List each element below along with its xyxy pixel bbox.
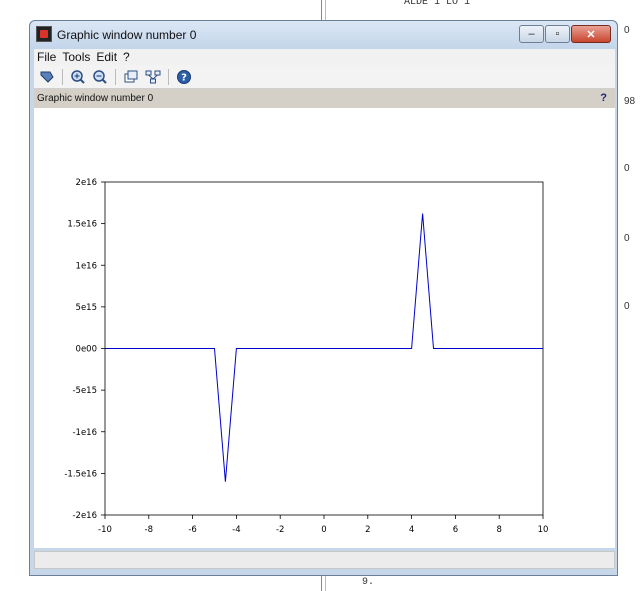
- background-side-label: 0: [624, 301, 630, 312]
- close-button[interactable]: ✕: [571, 25, 611, 43]
- x-tick-label: 6: [453, 525, 458, 535]
- x-tick-label: 10: [538, 525, 549, 535]
- toolbar-separator: [115, 68, 116, 85]
- y-tick-label: 2e16: [76, 178, 97, 188]
- datatip-icon[interactable]: [144, 68, 162, 86]
- y-tick-label: -2e16: [72, 511, 97, 521]
- x-tick-label: -8: [145, 525, 153, 535]
- y-tick-label: -1e16: [72, 428, 97, 438]
- background-text: 9.: [362, 577, 375, 588]
- toolbar-separator: [168, 68, 169, 85]
- x-tick-label: 4: [409, 525, 414, 535]
- y-tick-label: 5e15: [76, 303, 97, 313]
- svg-text:?: ?: [181, 72, 187, 83]
- background-side-label: 98: [624, 96, 636, 107]
- menu-bar: File Tools Edit ?: [34, 49, 615, 66]
- y-tick-label: 0e00: [76, 345, 97, 355]
- y-tick-label: 1e16: [76, 261, 97, 271]
- menu-tools[interactable]: Tools: [59, 50, 93, 64]
- x-tick-label: -6: [188, 525, 196, 535]
- background-text: ALDE 1 LO 1: [404, 0, 471, 8]
- menu-edit[interactable]: Edit: [93, 50, 120, 64]
- background-side-label: 0: [624, 25, 630, 36]
- window-title: Graphic window number 0: [57, 28, 197, 42]
- help-icon[interactable]: ?: [175, 68, 193, 86]
- info-help-button[interactable]: ?: [600, 89, 607, 108]
- zoom-in-icon[interactable]: [69, 68, 87, 86]
- y-tick-label: 1.5e16: [67, 220, 97, 230]
- graphic-window: Graphic window number 0 – ▫ ✕ File Tools…: [29, 20, 618, 576]
- menu-help[interactable]: ?: [120, 50, 133, 64]
- toolbar-separator: [62, 68, 63, 85]
- x-tick-label: -2: [276, 525, 284, 535]
- line-plot: -10 -8 -6 -4 -2 0 2 4 6 8 10 -2e16 -1.5e16 -1e16 -5e15…: [64, 178, 549, 535]
- y-tick-label: -1.5e16: [64, 469, 97, 479]
- info-bar: Graphic window number 0 ?: [34, 89, 615, 108]
- unzoom-icon[interactable]: [122, 68, 140, 86]
- x-tick-label: 2: [365, 525, 370, 535]
- plot-canvas[interactable]: -10 -8 -6 -4 -2 0 2 4 6 8 10 -2e16 -1.5e16 -1e16 -5e15…: [34, 108, 615, 548]
- rotate-icon[interactable]: [38, 68, 56, 86]
- info-bar-label: Graphic window number 0: [37, 93, 154, 104]
- maximize-button[interactable]: ▫: [545, 25, 570, 43]
- title-bar[interactable]: Graphic window number 0 – ▫ ✕: [30, 21, 617, 49]
- x-tick-label: 8: [496, 525, 501, 535]
- background-side-label: 0: [624, 233, 630, 244]
- x-tick-label: -10: [98, 525, 112, 535]
- toolbar: ?: [34, 65, 615, 89]
- x-tick-label: 0: [321, 525, 326, 535]
- y-tick-label: -5e15: [72, 386, 97, 396]
- series-line: [105, 213, 543, 482]
- scilab-app-icon[interactable]: [36, 26, 52, 42]
- minimize-button[interactable]: –: [519, 25, 544, 43]
- menu-file[interactable]: File: [34, 50, 59, 64]
- background-side-label: 0: [624, 163, 630, 174]
- zoom-out-icon[interactable]: [91, 68, 109, 86]
- status-bar: [34, 551, 615, 569]
- x-tick-label: -4: [232, 525, 240, 535]
